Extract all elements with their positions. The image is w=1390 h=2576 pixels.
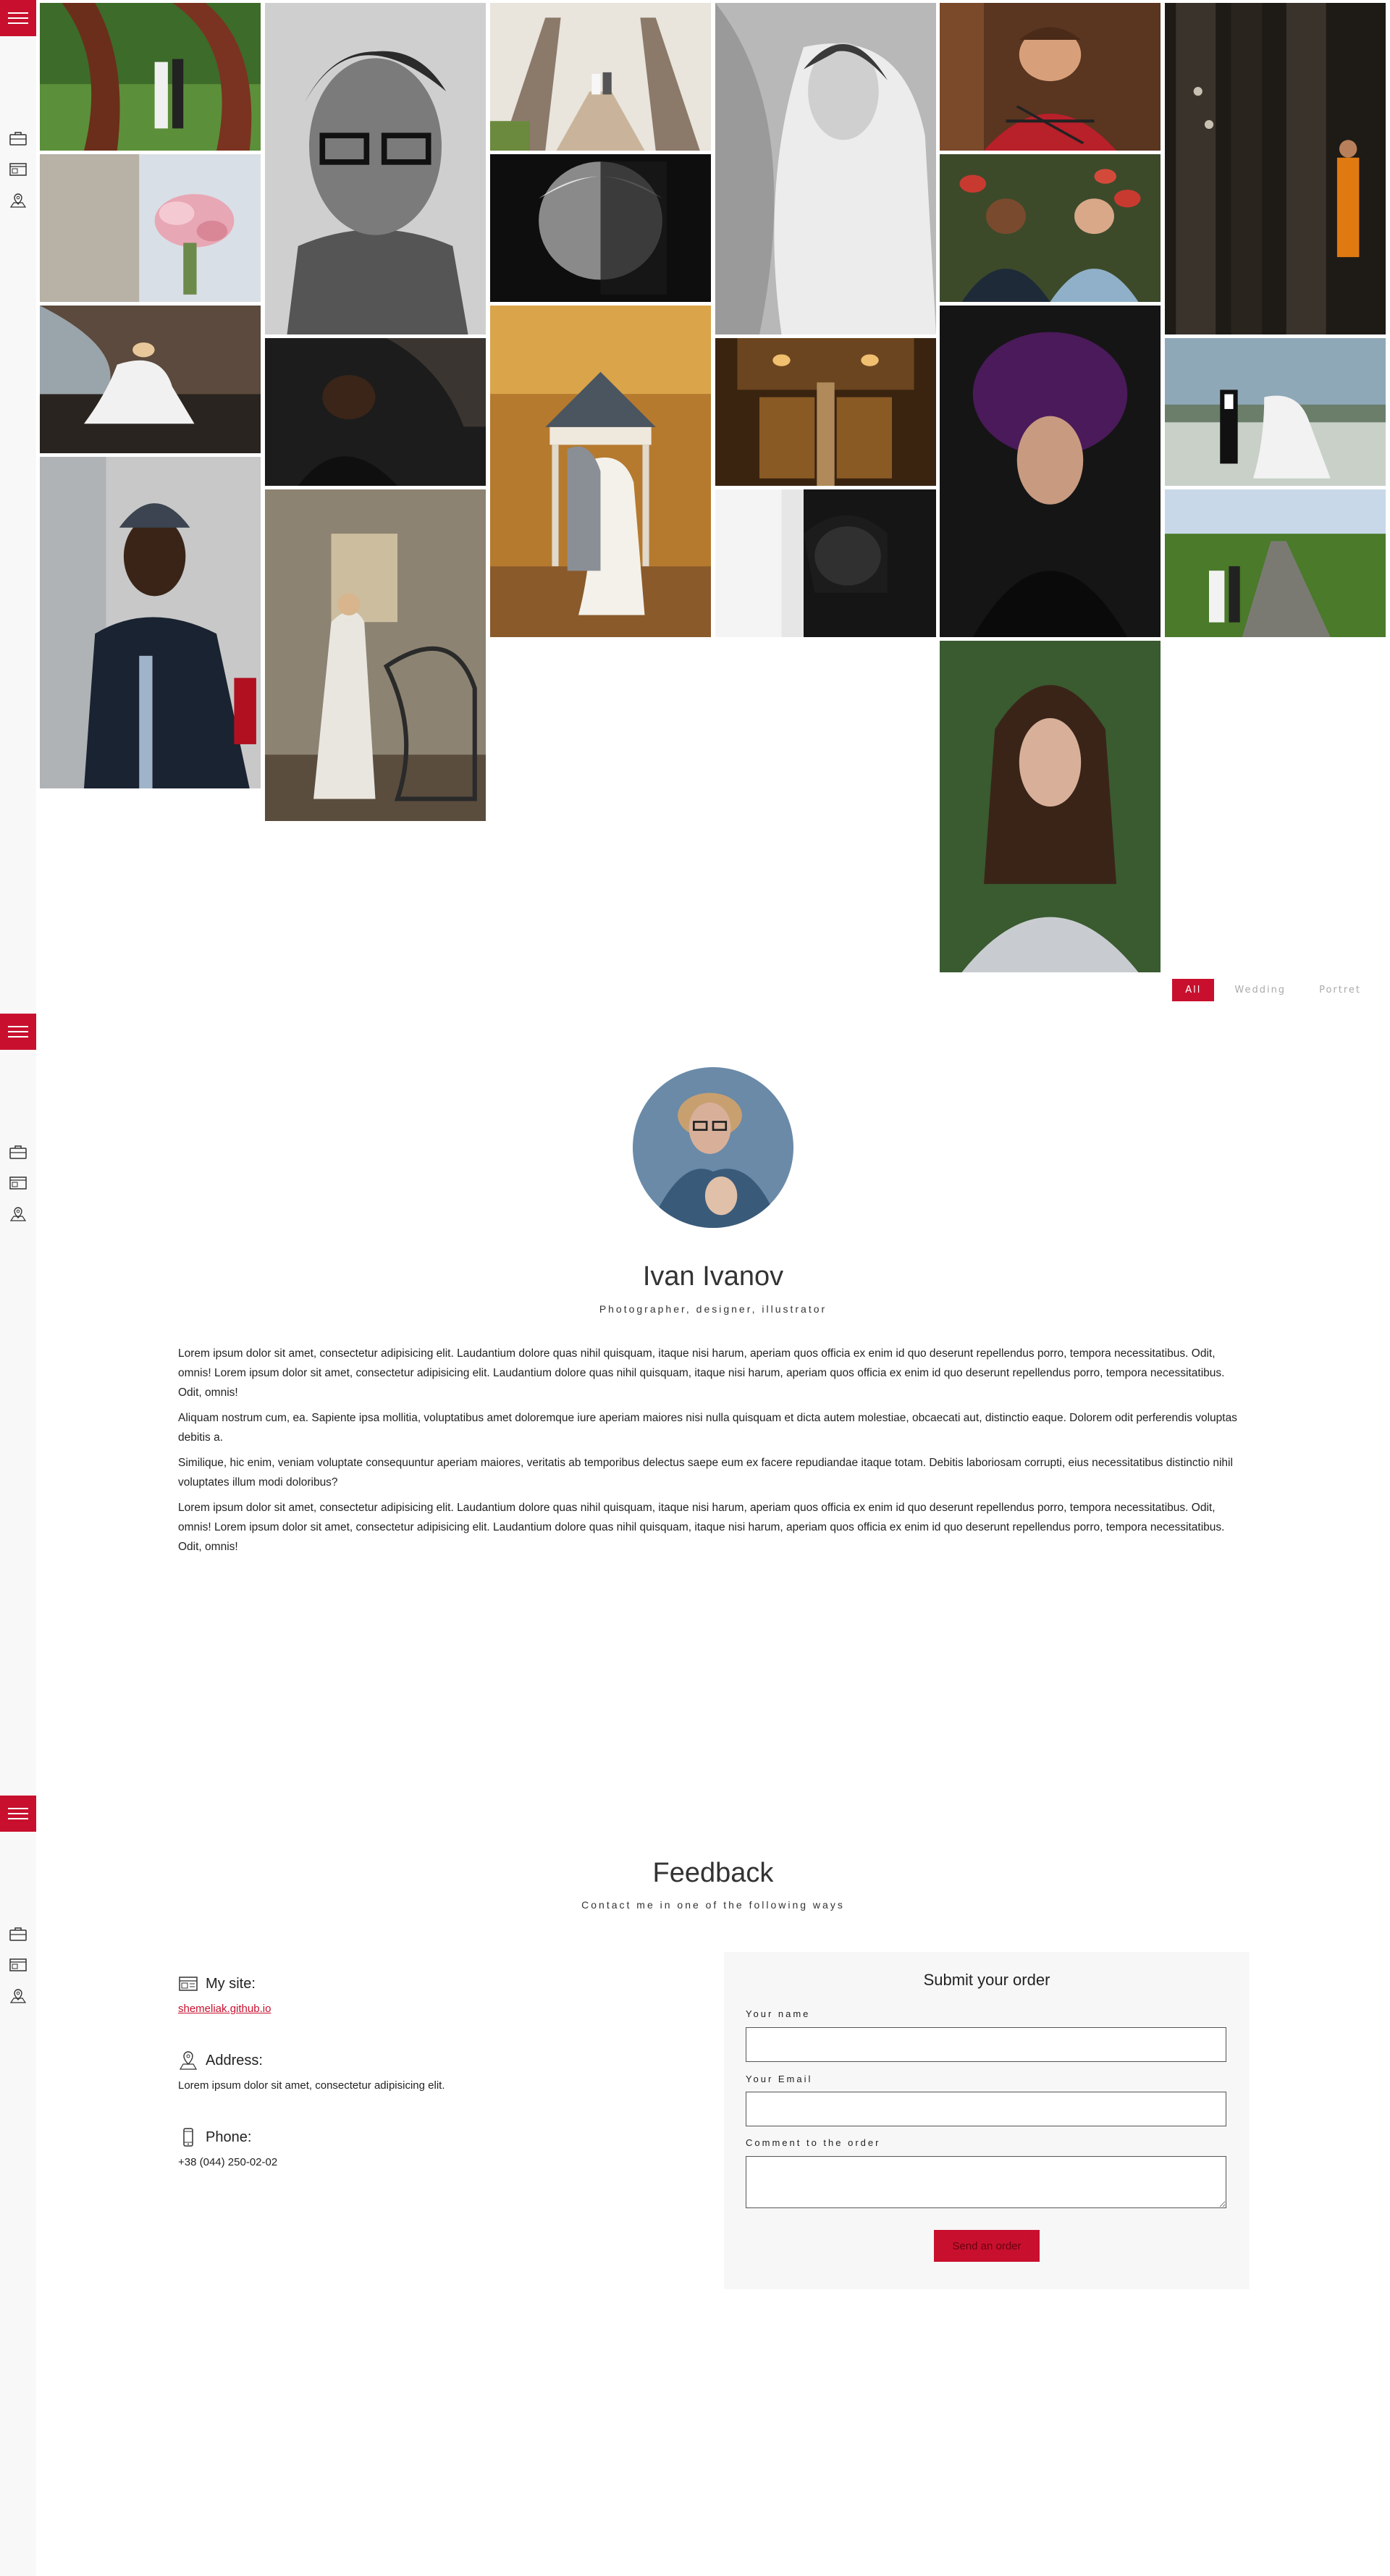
gallery-photo-couple-lake[interactable] [1165, 338, 1386, 486]
browser-icon[interactable] [9, 1175, 28, 1191]
feedback-subtitle: Contact me in one of the following ways [581, 1899, 845, 1911]
gallery-photo-monk[interactable] [1165, 3, 1386, 334]
gallery-photo-couple-road[interactable] [1165, 489, 1386, 637]
gallery-photo-bouquet[interactable] [40, 154, 261, 302]
filter-portret[interactable]: Portret [1306, 979, 1374, 1001]
menu-icon [8, 12, 28, 14]
contact-address: Address: Lorem ipsum dolor sit amet, con… [178, 2050, 685, 2092]
gallery-photo-bride-hall[interactable] [265, 489, 486, 821]
email-label: Your Email [746, 2074, 813, 2084]
gallery-photo-man-glasses[interactable] [265, 3, 486, 334]
menu-button[interactable] [0, 0, 36, 36]
filter-all[interactable]: All [1172, 979, 1215, 1001]
menu-button-feedback[interactable] [0, 1796, 36, 1832]
gallery-photo-church[interactable] [715, 338, 936, 486]
contact-phone: Phone: +38 (044) 250-02-02 [178, 2127, 685, 2168]
about-paragraph: Lorem ipsum dolor sit amet, consectetur … [178, 1502, 1225, 1553]
name-label: Your name [746, 2008, 811, 2019]
gallery-photo-old-man[interactable] [490, 154, 711, 302]
about-text: Lorem ipsum dolor sit amet, consectetur … [178, 1344, 1250, 1562]
gallery-photo-couple-flowers[interactable] [940, 154, 1161, 302]
gallery-photo-bridge-couple[interactable] [490, 3, 711, 151]
map-pin-icon[interactable] [9, 193, 28, 209]
gallery-filters: All Wedding Portret [1172, 979, 1374, 1001]
about-name: Ivan Ivanov [642, 1261, 784, 1292]
map-pin-icon[interactable] [9, 1988, 28, 2004]
menu-button-about[interactable] [0, 1014, 36, 1050]
page: All Wedding Portret Ivan Ivanov Photogra… [0, 0, 1390, 2576]
about-paragraph: Similique, hic enim, veniam voluptate co… [178, 1457, 1233, 1489]
briefcase-icon[interactable] [9, 1144, 28, 1160]
gallery-photo-bride-veil[interactable] [715, 3, 936, 334]
filter-wedding[interactable]: Wedding [1221, 979, 1299, 1001]
order-form: Submit your order Your name Your Email C… [724, 1952, 1250, 2289]
map-pin-icon [179, 2051, 198, 2070]
phone-value: +38 (044) 250-02-02 [178, 2156, 278, 2168]
browser-icon[interactable] [9, 1957, 28, 1973]
phone-icon [183, 2128, 193, 2147]
gallery-photo-gazebo-kiss[interactable] [490, 306, 711, 637]
order-form-title: Submit your order [923, 1971, 1050, 1989]
gallery-photo-bride-stairs[interactable] [40, 306, 261, 453]
gallery-photo-long-hair-man[interactable] [940, 641, 1161, 972]
gallery-photo-woman-shadow[interactable] [715, 489, 936, 637]
browser-icon[interactable] [9, 161, 28, 177]
comment-label: Comment to the order [746, 2137, 881, 2148]
menu-icon [8, 1808, 28, 1809]
address-label: Address: [206, 2052, 263, 2068]
avatar [633, 1067, 793, 1228]
gallery-photo-man-beanie[interactable] [40, 457, 261, 788]
about-subtitle: Photographer, designer, illustrator [599, 1303, 827, 1315]
gallery-photo-purple-hat[interactable] [940, 306, 1161, 637]
send-order-button[interactable]: Send an order [934, 2230, 1040, 2262]
gallery-photo-man-plaid[interactable] [940, 3, 1161, 151]
about-paragraph: Aliquam nostrum cum, ea. Sapiente ipsa m… [178, 1412, 1237, 1444]
email-field[interactable] [746, 2092, 1226, 2126]
name-field[interactable] [746, 2027, 1226, 2062]
browser-icon [179, 1977, 198, 1991]
comment-field[interactable] [746, 2156, 1226, 2208]
feedback-title: Feedback [652, 1858, 774, 1888]
about-paragraph: Lorem ipsum dolor sit amet, consectetur … [178, 1347, 1225, 1399]
briefcase-icon[interactable] [9, 130, 28, 146]
gallery-photo-couple-tree[interactable] [40, 3, 261, 151]
map-pin-icon[interactable] [9, 1206, 28, 1222]
contact-site: My site: shemeliak.github.io [178, 1974, 685, 2016]
address-value: Lorem ipsum dolor sit amet, consectetur … [178, 2079, 445, 2092]
site-link[interactable]: shemeliak.github.io [178, 2003, 685, 2015]
phone-label: Phone: [206, 2129, 252, 2145]
menu-icon [8, 1026, 28, 1027]
site-label: My site: [206, 1975, 256, 1992]
gallery-photo-man-chair[interactable] [265, 338, 486, 486]
briefcase-icon[interactable] [9, 1926, 28, 1942]
